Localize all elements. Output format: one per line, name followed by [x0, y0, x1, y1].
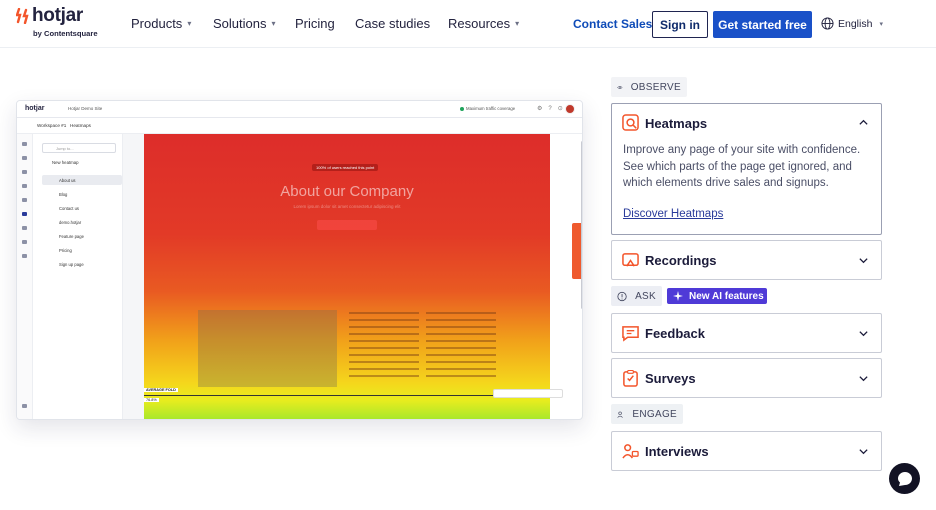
accordion-heatmaps-description: Improve any page of your site with confi…	[623, 144, 861, 189]
hotjar-logo-icon	[16, 8, 29, 24]
preview-app-logo: hotjar	[25, 105, 45, 112]
list-item: demo.hotjar	[59, 220, 82, 225]
heatmap-icon	[622, 114, 639, 131]
preview-new-heatmap: New heatmap	[52, 160, 79, 165]
chat-launcher-button[interactable]	[889, 463, 920, 494]
nav-case-studies-label: Case studies	[355, 16, 431, 31]
preview-hero-button	[317, 220, 377, 230]
globe-icon	[821, 17, 834, 30]
new-ai-features-label: New AI features	[689, 290, 764, 302]
accordion-heatmaps[interactable]: Heatmaps Improve any page of your site w…	[611, 103, 882, 235]
nav-pricing[interactable]: Pricing	[295, 16, 335, 31]
preview-site-selector: Hotjar Demo Site	[68, 106, 103, 111]
language-label: English	[838, 17, 873, 30]
preview-topbar: hotjar Hotjar Demo Site Maximum traffic …	[17, 101, 582, 118]
chevron-up-icon	[859, 119, 868, 125]
sparkle-icon	[673, 291, 683, 301]
category-engage-label: ENGAGE	[632, 408, 677, 420]
nav-pricing-label: Pricing	[295, 16, 335, 31]
average-fold-line	[144, 395, 550, 396]
hotjar-logo[interactable]: hotjar by Contentsquare	[16, 5, 106, 42]
nav-case-studies[interactable]: Case studies	[355, 16, 430, 31]
chat-bubble-icon	[897, 471, 912, 486]
accordion-recordings[interactable]: Recordings	[611, 240, 882, 280]
heatmap-product-preview: hotjar Hotjar Demo Site Maximum traffic …	[16, 100, 583, 420]
preview-icon-rail	[17, 134, 33, 419]
nav-resources-label: Resources	[448, 16, 511, 31]
preview-office-photo	[198, 310, 337, 387]
list-item: Contact us	[59, 206, 80, 211]
top-navigation: hotjar by Contentsquare Products ▾ Soluti…	[0, 0, 936, 48]
question-bubble-icon	[617, 291, 627, 301]
preview-traffic-label: Maximum traffic coverage	[460, 106, 515, 111]
nav-resources[interactable]: Resources ▾	[448, 16, 519, 31]
reach-badge: 100% of users reached this point	[312, 164, 379, 171]
accordion-feedback[interactable]: Feedback	[611, 313, 882, 353]
sign-in-button[interactable]: Sign in	[652, 11, 708, 38]
accordion-surveys-title: Surveys	[645, 371, 696, 386]
accordion-feedback-title: Feedback	[645, 326, 705, 341]
list-item: About us	[42, 175, 122, 185]
contact-sales-link[interactable]: Contact Sales	[573, 17, 652, 31]
accordion-interviews-title: Interviews	[645, 444, 709, 459]
category-observe: OBSERVE	[611, 77, 687, 97]
category-ask-label: ASK	[635, 290, 656, 302]
list-item: Blog	[59, 192, 68, 197]
chevron-down-icon: ▾	[879, 20, 883, 28]
discover-heatmaps-link[interactable]: Discover Heatmaps	[623, 208, 723, 220]
preview-breadcrumb: Workspace #1 Heatmaps	[17, 118, 582, 134]
accordion-heatmaps-title: Heatmaps	[645, 116, 708, 131]
recording-icon	[622, 253, 639, 267]
interview-icon	[622, 444, 639, 459]
average-fold-percent: 76.8%	[144, 398, 159, 402]
average-fold-label: AVERAGE FOLD	[144, 388, 178, 392]
preview-scrollbar	[581, 141, 582, 309]
preview-hero-subtitle: Lorem ipsum dolor sit amet consectetur a…	[293, 204, 401, 209]
nav-products[interactable]: Products ▾	[131, 16, 191, 31]
list-item: Pricing	[59, 248, 72, 253]
list-item: Feature page	[59, 234, 84, 239]
people-icon	[617, 411, 623, 418]
accordion-recordings-title: Recordings	[645, 253, 717, 268]
preview-text-column	[349, 312, 419, 382]
chevron-down-icon	[859, 449, 868, 455]
brand-name: hotjar	[32, 5, 83, 26]
preview-breadcrumb-heatmaps: Heatmaps	[70, 123, 91, 128]
preview-gutter	[123, 134, 144, 419]
preview-workspace: Workspace #1	[37, 123, 67, 128]
preview-search: Jump to...	[42, 143, 116, 153]
preview-hero-title: About our Company	[280, 183, 414, 200]
category-observe-label: OBSERVE	[630, 81, 681, 93]
accordion-heatmaps-header[interactable]: Heatmaps	[612, 104, 881, 142]
survey-icon	[623, 370, 638, 387]
accordion-surveys[interactable]: Surveys	[611, 358, 882, 398]
chevron-down-icon	[859, 376, 868, 382]
get-started-button[interactable]: Get started free	[713, 11, 812, 38]
preview-heatmap-toolbar	[493, 389, 563, 398]
eye-icon	[617, 85, 623, 89]
nav-solutions[interactable]: Solutions ▾	[213, 16, 276, 31]
list-item: Sign up page	[59, 262, 84, 267]
nav-solutions-label: Solutions	[213, 16, 267, 31]
chevron-down-icon: ▾	[271, 19, 276, 28]
nav-products-label: Products	[131, 16, 183, 31]
category-engage: ENGAGE	[611, 404, 683, 424]
category-ask: ASK	[611, 286, 662, 306]
heatmap-overlay: 100% of users reached this point About o…	[144, 134, 550, 419]
chevron-down-icon: ▾	[187, 19, 192, 28]
accordion-interviews[interactable]: Interviews	[611, 431, 882, 471]
avatar	[565, 104, 575, 114]
language-selector[interactable]: English ▾	[821, 17, 883, 30]
preview-text-column	[426, 312, 496, 382]
feedback-icon	[622, 326, 639, 342]
chevron-down-icon	[859, 331, 868, 337]
preview-toolbar-icons: ⚙?⊙	[537, 106, 569, 112]
new-ai-features-badge: New AI features	[667, 288, 767, 304]
chevron-down-icon	[859, 258, 868, 264]
brand-byline: by Contentsquare	[33, 29, 98, 38]
preview-page-list: Jump to... New heatmap About us Blog Con…	[33, 134, 123, 419]
chevron-down-icon: ▾	[515, 19, 520, 28]
